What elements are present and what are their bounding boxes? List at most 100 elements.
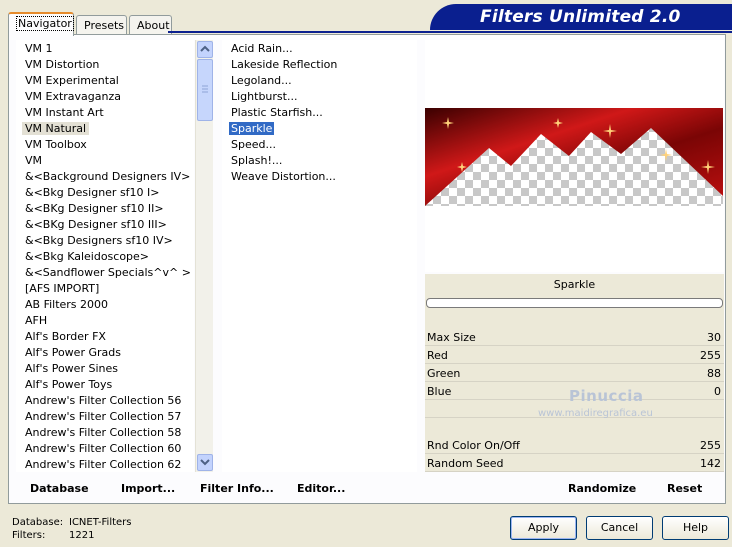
category-item[interactable]: Andrew's Filter Collection 57 (21, 409, 194, 425)
editor-button[interactable]: Editor... (297, 482, 345, 495)
scroll-up-button[interactable] (197, 41, 213, 58)
chevron-down-icon (200, 459, 210, 466)
param-label: Random Seed (427, 457, 504, 470)
category-item-label: VM Extravaganza (25, 90, 122, 103)
category-item[interactable]: VM Instant Art (21, 105, 194, 121)
param-slider[interactable]: Random Seed 142 (425, 455, 724, 473)
category-item[interactable]: AB Filters 2000 (21, 297, 194, 313)
category-item[interactable]: VM 1 (21, 41, 194, 57)
param-track (425, 345, 724, 346)
category-item-label: VM Instant Art (25, 106, 104, 119)
param-slider[interactable]: Red 255 (425, 347, 724, 365)
category-item[interactable]: Andrew's Filter Collection 58 (21, 425, 194, 441)
category-item-label: Alf's Power Grads (25, 346, 121, 359)
category-item[interactable]: &<BKg Designer sf10 II> (21, 201, 194, 217)
scroll-thumb[interactable] (197, 59, 213, 121)
category-item-label: Alf's Power Sines (25, 362, 118, 375)
status-filters: Filters: 1221 (12, 530, 94, 541)
editor-label: Editor... (297, 482, 346, 495)
reset-button[interactable]: Reset (667, 482, 702, 495)
category-item[interactable]: [AFS IMPORT] (21, 281, 194, 297)
category-item-label: Andrew's Filter Collection 58 (25, 426, 182, 439)
category-item[interactable]: AFH (21, 313, 194, 329)
filter-item[interactable]: Acid Rain... (227, 41, 417, 57)
preview-filter-name: Sparkle (553, 278, 596, 291)
category-item[interactable]: Andrew's Filter Collection 60 (21, 441, 194, 457)
category-item-label: VM Distortion (25, 58, 100, 71)
param-track (425, 453, 724, 454)
category-item[interactable]: Andrew's Filter Collection 56 (21, 393, 194, 409)
category-item[interactable]: VM Natural (21, 121, 194, 137)
tab-presets[interactable]: Presets (76, 15, 127, 35)
filter-item[interactable]: Lightburst... (227, 89, 417, 105)
category-item[interactable]: Andrew's Filter Collection 62 (21, 457, 194, 472)
category-item[interactable]: VM Experimental (21, 73, 194, 89)
filter-list[interactable]: Acid Rain... Lakeside Reflection Legoland.… (222, 40, 417, 472)
cancel-button[interactable]: Cancel (586, 516, 653, 540)
category-item[interactable]: &<Background Designers IV> (21, 169, 194, 185)
filter-info-button[interactable]: Filter Info... (200, 482, 274, 495)
category-scrollbar[interactable] (195, 40, 213, 472)
tab-navigator[interactable]: Navigator (8, 12, 74, 36)
randomize-button[interactable]: Randomize (568, 482, 636, 495)
filter-item[interactable]: Sparkle (227, 121, 417, 137)
category-item[interactable]: Alf's Power Sines (21, 361, 194, 377)
category-item[interactable]: Alf's Border FX (21, 329, 194, 345)
filter-item[interactable]: Splash!... (227, 153, 417, 169)
category-item-label: &<Bkg Designers sf10 IV> (25, 234, 173, 247)
apply-button[interactable]: Apply (510, 516, 577, 540)
param-label: Rnd Color On/Off (427, 439, 520, 452)
param-value: 142 (700, 457, 721, 470)
scroll-down-button[interactable] (197, 454, 213, 471)
database-button[interactable]: Database (30, 482, 89, 495)
filter-item[interactable]: Weave Distortion... (227, 169, 417, 185)
filter-item-label: Sparkle (229, 122, 275, 135)
tab-about[interactable]: About (129, 15, 172, 35)
import-button[interactable]: Import... (121, 482, 175, 495)
category-item-label: &<Sandflower Specials^v^ > (25, 266, 191, 279)
param-value: 0 (714, 385, 721, 398)
category-item-label: AFH (25, 314, 48, 327)
category-item[interactable]: &<Bkg Kaleidoscope> (21, 249, 194, 265)
param-value: 30 (707, 331, 721, 344)
category-item-label: VM 1 (25, 42, 53, 55)
preview-image (425, 108, 723, 206)
category-item-label: [AFS IMPORT] (25, 282, 100, 295)
filter-item[interactable]: Plastic Starfish... (227, 105, 417, 121)
filter-item[interactable]: Legoland... (227, 73, 417, 89)
category-item[interactable]: &<Bkg Designers sf10 IV> (21, 233, 194, 249)
category-list[interactable]: VM 1 VM Distortion VM Experimental VM Extra… (16, 40, 194, 472)
watermark-name: Pinuccia (569, 387, 644, 405)
category-item[interactable]: Alf's Power Toys (21, 377, 194, 393)
param-slider[interactable]: Max Size 30 (425, 329, 724, 347)
filter-item-label: Weave Distortion... (231, 170, 336, 183)
category-item[interactable]: VM (21, 153, 194, 169)
category-item-label: &<BKg Designer sf10 II> (25, 202, 164, 215)
status-filters-label: Filters: (12, 530, 46, 541)
category-item-label: &<Background Designers IV> (25, 170, 191, 183)
progress-bar (426, 298, 723, 308)
filter-item[interactable]: Speed... (227, 137, 417, 153)
param-slider[interactable]: Green 88 (425, 365, 724, 383)
category-item[interactable]: VM Distortion (21, 57, 194, 73)
chevron-up-icon (200, 45, 210, 52)
filter-info-label: Filter Info... (200, 482, 274, 495)
filter-item-label: Lakeside Reflection (231, 58, 338, 71)
help-button[interactable]: Help (662, 516, 729, 540)
app-banner: Filters Unlimited 2.0 (430, 4, 732, 30)
filter-item[interactable]: Lakeside Reflection (227, 57, 417, 73)
param-slider[interactable]: Rnd Color On/Off 255 (425, 437, 724, 455)
status-database-label: Database: (12, 517, 64, 528)
category-item-label: VM Toolbox (25, 138, 87, 151)
category-item[interactable]: Alf's Power Grads (21, 345, 194, 361)
filter-item-label: Legoland... (231, 74, 292, 87)
category-item[interactable]: &<Sandflower Specials^v^ > (21, 265, 194, 281)
category-item[interactable]: &<BKg Designer sf10 III> (21, 217, 194, 233)
status-database-value: ICNET-Filters (69, 517, 132, 528)
category-item[interactable]: &<Bkg Designer sf10 I> (21, 185, 194, 201)
category-item-label: Alf's Border FX (25, 330, 106, 343)
category-item[interactable]: VM Toolbox (21, 137, 194, 153)
filter-item-label: Speed... (231, 138, 276, 151)
category-item[interactable]: VM Extravaganza (21, 89, 194, 105)
category-item-label: Alf's Power Toys (25, 378, 113, 391)
